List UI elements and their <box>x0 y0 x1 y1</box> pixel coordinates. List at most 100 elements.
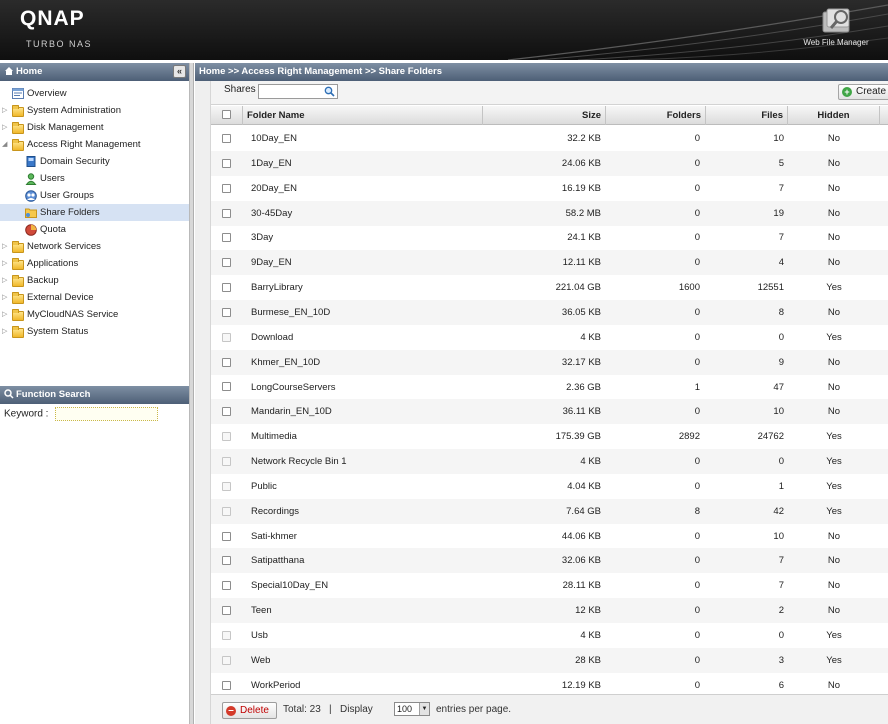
collapsed-arrow-icon[interactable]: ▷ <box>2 238 10 255</box>
row-checkbox[interactable] <box>222 399 234 424</box>
sidebar-item-network-services[interactable]: ▷ Network Services <box>0 238 189 255</box>
table-row[interactable]: Recordings 7.64 GB 8 42 Yes <box>211 498 888 524</box>
row-checkbox[interactable] <box>222 151 234 176</box>
panel-splitter[interactable] <box>190 63 194 724</box>
table-row[interactable]: Teen 12 KB 0 2 No <box>211 598 888 624</box>
table-row[interactable]: Satipatthana 32.06 KB 0 7 No <box>211 548 888 574</box>
folder-name-cell[interactable]: Recordings <box>251 499 476 524</box>
table-row[interactable]: LongCourseServers 2.36 GB 1 47 No <box>211 375 888 400</box>
column-header-size[interactable]: Size <box>483 106 606 125</box>
sidebar-item-applications[interactable]: ▷ Applications <box>0 255 189 272</box>
folder-name-cell[interactable]: LongCourseServers <box>251 375 476 400</box>
folder-name-cell[interactable]: 1Day_EN <box>251 151 476 176</box>
table-row[interactable]: Usb 4 KB 0 0 Yes <box>211 623 888 648</box>
folder-name-cell[interactable]: Teen <box>251 598 476 623</box>
table-row[interactable]: BarryLibrary 221.04 GB 1600 12551 Yes <box>211 275 888 300</box>
folder-name-cell[interactable]: Sati-khmer <box>251 524 476 549</box>
column-header-folders[interactable]: Folders <box>606 106 706 125</box>
row-checkbox[interactable] <box>222 598 234 623</box>
table-row[interactable]: 3Day 24.1 KB 0 7 No <box>211 225 888 250</box>
sidebar-item-system-administration[interactable]: ▷ System Administration <box>0 102 189 119</box>
sidebar-item-user-groups[interactable]: User Groups <box>0 187 189 204</box>
create-button[interactable]: +Create a <box>838 84 888 100</box>
collapsed-arrow-icon[interactable]: ▷ <box>2 102 10 119</box>
sidebar-item-external-device[interactable]: ▷ External Device <box>0 289 189 306</box>
row-checkbox[interactable] <box>222 225 234 250</box>
sidebar-item-mycloudnas-service[interactable]: ▷ MyCloudNAS Service <box>0 306 189 323</box>
folder-name-cell[interactable]: 30-45Day <box>251 201 476 226</box>
collapsed-arrow-icon[interactable]: ▷ <box>2 323 10 340</box>
collapsed-arrow-icon[interactable]: ▷ <box>2 255 10 272</box>
shares-search-input[interactable] <box>258 84 338 99</box>
table-row[interactable]: Public 4.04 KB 0 1 Yes <box>211 474 888 499</box>
table-row[interactable]: 20Day_EN 16.19 KB 0 7 No <box>211 176 888 201</box>
sidebar-item-access-right-management[interactable]: ◢ Access Right Management <box>0 136 189 153</box>
table-row[interactable]: 1Day_EN 24.06 KB 0 5 No <box>211 150 888 176</box>
sidebar-item-backup[interactable]: ▷ Backup <box>0 272 189 289</box>
collapsed-arrow-icon[interactable]: ▷ <box>2 272 10 289</box>
folder-name-cell[interactable]: Public <box>251 474 476 499</box>
table-row[interactable]: Burmese_EN_10D 36.05 KB 0 8 No <box>211 299 888 325</box>
table-row[interactable]: 10Day_EN 32.2 KB 0 10 No <box>211 126 888 151</box>
folder-name-cell[interactable]: Satipatthana <box>251 548 476 573</box>
table-row[interactable]: 30-45Day 58.2 MB 0 19 No <box>211 200 888 226</box>
row-checkbox[interactable] <box>222 176 234 201</box>
table-row[interactable]: Web 28 KB 0 3 Yes <box>211 647 888 673</box>
folder-name-cell[interactable]: 10Day_EN <box>251 126 476 151</box>
folder-name-cell[interactable]: 3Day <box>251 225 476 250</box>
row-checkbox[interactable] <box>222 300 234 325</box>
table-row[interactable]: Special10Day_EN 28.11 KB 0 7 No <box>211 573 888 598</box>
folder-name-cell[interactable]: Usb <box>251 623 476 648</box>
collapsed-arrow-icon[interactable]: ▷ <box>2 119 10 136</box>
folder-name-cell[interactable]: Khmer_EN_10D <box>251 350 476 375</box>
sidebar-item-users[interactable]: Users <box>0 170 189 187</box>
column-header-files[interactable]: Files <box>706 106 788 125</box>
table-row[interactable]: Network Recycle Bin 1 4 KB 0 0 Yes <box>211 449 888 475</box>
row-checkbox[interactable] <box>222 250 234 275</box>
folder-name-cell[interactable]: Burmese_EN_10D <box>251 300 476 325</box>
expanded-arrow-icon[interactable]: ◢ <box>2 136 10 153</box>
select-all-checkbox[interactable] <box>222 110 231 119</box>
web-file-manager-link[interactable]: Web File Manager <box>796 6 876 47</box>
table-row[interactable]: Sati-khmer 44.06 KB 0 10 No <box>211 524 888 549</box>
column-header-folder-name[interactable]: Folder Name <box>243 106 483 125</box>
folder-name-cell[interactable]: Web <box>251 648 476 673</box>
folder-name-cell[interactable]: Special10Day_EN <box>251 573 476 598</box>
home-label[interactable]: Home <box>16 66 42 77</box>
sidebar-item-quota[interactable]: Quota <box>0 221 189 238</box>
folder-name-cell[interactable]: Multimedia <box>251 424 476 449</box>
sidebar-item-share-folders[interactable]: Share Folders <box>0 204 189 221</box>
row-checkbox[interactable] <box>222 548 234 573</box>
sidebar-item-system-status[interactable]: ▷ System Status <box>0 323 189 340</box>
folder-name-cell[interactable]: BarryLibrary <box>251 275 476 300</box>
folder-name-cell[interactable]: 9Day_EN <box>251 250 476 275</box>
table-row[interactable]: 9Day_EN 12.11 KB 0 4 No <box>211 250 888 276</box>
row-checkbox[interactable] <box>222 275 234 300</box>
row-checkbox[interactable] <box>222 524 234 549</box>
row-checkbox[interactable] <box>222 350 234 375</box>
row-checkbox[interactable] <box>222 126 234 151</box>
folder-name-cell[interactable]: Network Recycle Bin 1 <box>251 449 476 474</box>
folder-name-cell[interactable]: 20Day_EN <box>251 176 476 201</box>
collapsed-arrow-icon[interactable]: ▷ <box>2 289 10 306</box>
row-checkbox[interactable] <box>222 201 234 226</box>
keyword-input[interactable] <box>55 407 159 421</box>
collapsed-arrow-icon[interactable]: ▷ <box>2 306 10 323</box>
row-checkbox[interactable] <box>222 375 234 400</box>
column-header-hidden[interactable]: Hidden <box>788 106 880 125</box>
sidebar-item-overview[interactable]: Overview <box>0 85 189 102</box>
sidebar-item-disk-management[interactable]: ▷ Disk Management <box>0 119 189 136</box>
folder-name-cell[interactable]: Mandarin_EN_10D <box>251 399 476 424</box>
row-checkbox[interactable] <box>222 573 234 598</box>
entries-per-page-select[interactable]: 100 ▼ <box>394 702 430 716</box>
search-icon[interactable] <box>324 86 335 97</box>
table-row[interactable]: Download 4 KB 0 0 Yes <box>211 325 888 350</box>
sidebar-item-domain-security[interactable]: Domain Security <box>0 153 189 170</box>
folder-name-cell[interactable]: Download <box>251 325 476 350</box>
table-row[interactable]: Khmer_EN_10D 32.17 KB 0 9 No <box>211 349 888 375</box>
chevron-down-icon[interactable]: ▼ <box>419 703 429 715</box>
table-row[interactable]: Multimedia 175.39 GB 2892 24762 Yes <box>211 424 888 449</box>
collapse-panel-button[interactable]: « <box>173 65 186 78</box>
table-row[interactable]: Mandarin_EN_10D 36.11 KB 0 10 No <box>211 399 888 425</box>
delete-button[interactable]: – Delete <box>222 702 277 719</box>
